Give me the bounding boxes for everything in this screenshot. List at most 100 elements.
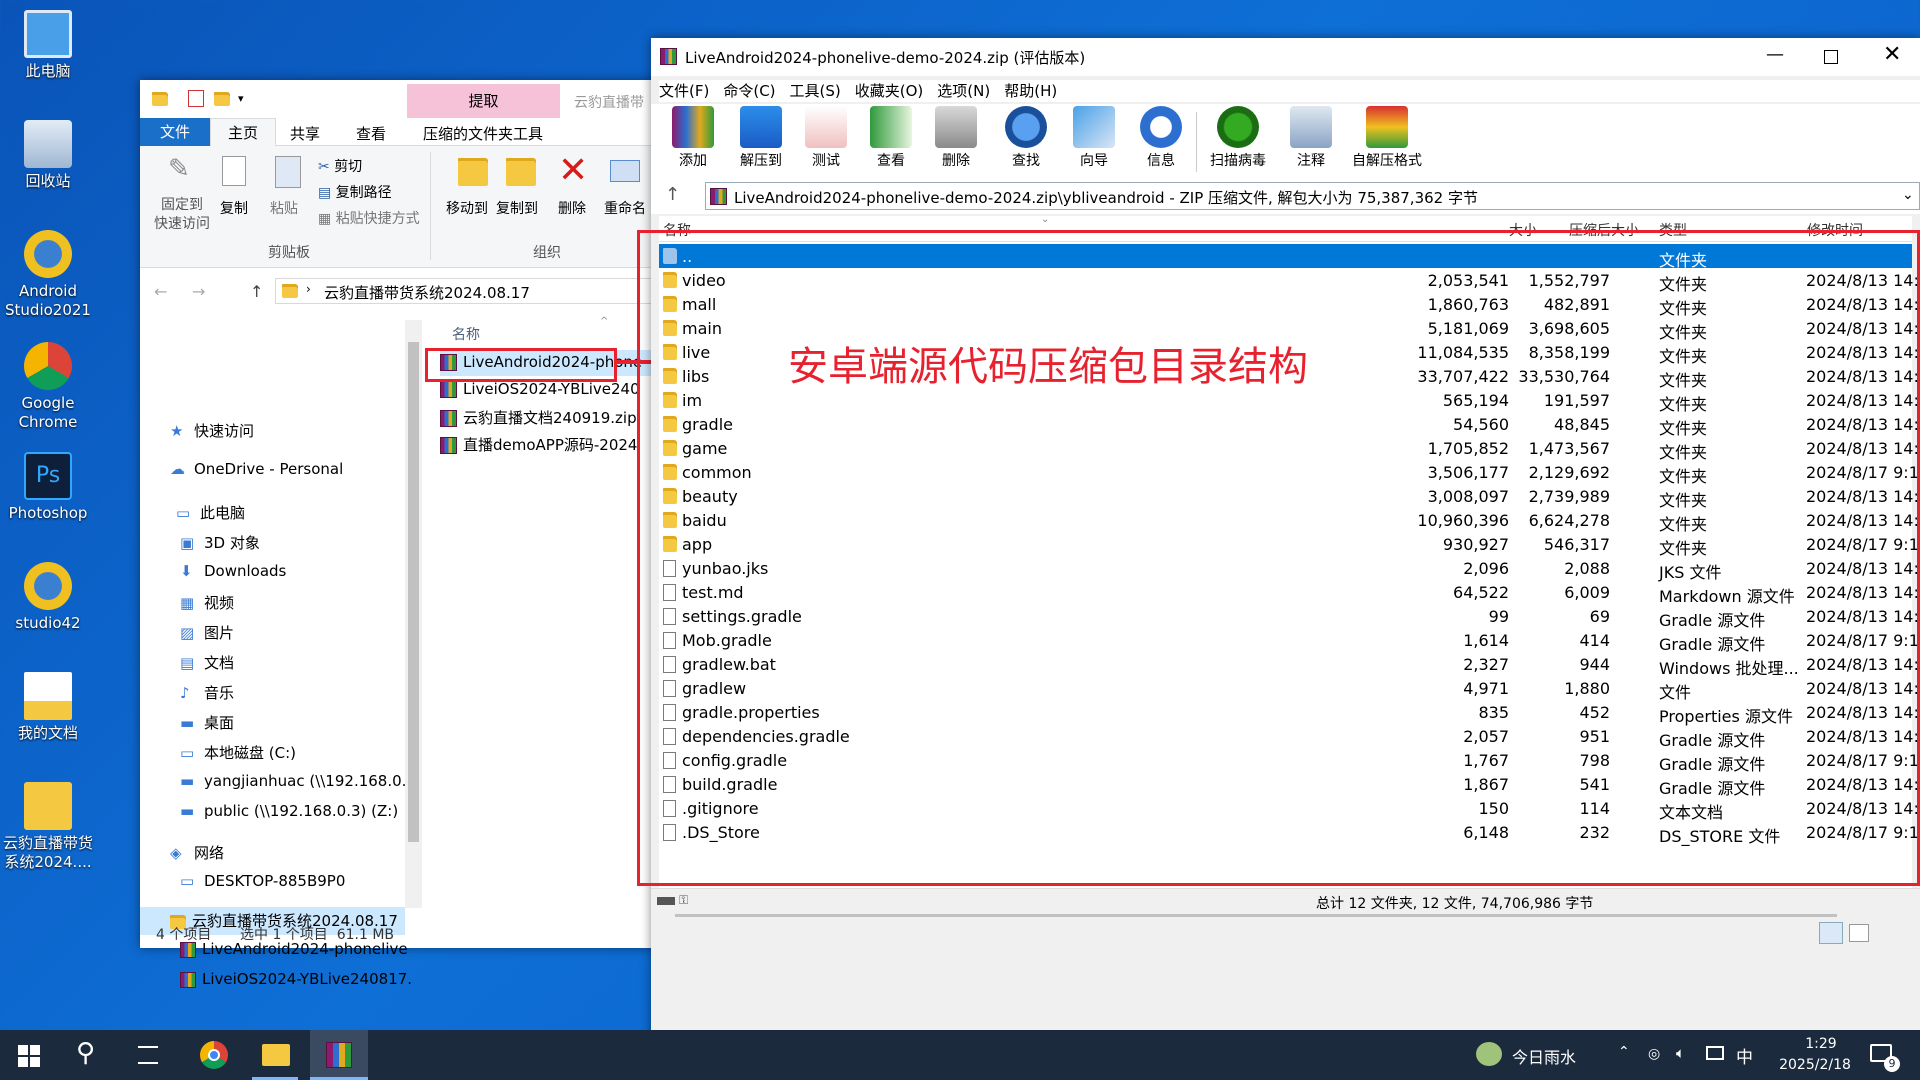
volume-icon[interactable]: 🔈︎ bbox=[1676, 1044, 1685, 1062]
tool-comment-button[interactable]: 注释 bbox=[1281, 106, 1341, 170]
menu-item[interactable]: 收藏夹(O) bbox=[855, 82, 924, 100]
tool-sfx-button[interactable]: 自解压格式 bbox=[1347, 106, 1427, 170]
pin-quick-access-button[interactable]: 固定到 快速访问 bbox=[154, 196, 210, 234]
desktop-icon-android-studio[interactable]: Android Studio2021 bbox=[0, 230, 96, 320]
winrar-app-icon bbox=[660, 48, 677, 65]
menu-item[interactable]: 帮助(H) bbox=[1004, 82, 1057, 100]
tool-find-button[interactable]: 查找 bbox=[996, 106, 1056, 170]
nav-item[interactable]: ▤ 文档 bbox=[180, 652, 234, 673]
tool-view-button[interactable]: 查看 bbox=[861, 106, 921, 170]
info-icon bbox=[1140, 106, 1182, 148]
tab-share[interactable]: 共享 bbox=[290, 123, 320, 144]
winrar-taskbar-button[interactable] bbox=[310, 1030, 368, 1080]
clipboard-group-label: 剪贴板 bbox=[268, 245, 310, 261]
tool-info-button[interactable]: 信息 bbox=[1131, 106, 1191, 170]
winrar-titlebar[interactable]: LiveAndroid2024-phonelive-demo-2024.zip … bbox=[651, 38, 1920, 76]
network-drive-icon: ▬ bbox=[180, 802, 195, 820]
nav-item[interactable]: LiveiOS2024-YBLive240817. bbox=[180, 970, 412, 988]
file-item[interactable]: 云豹直播文档240919.zip bbox=[440, 404, 665, 430]
copy-to-button[interactable]: 复制到 bbox=[496, 198, 538, 218]
menu-item[interactable]: 文件(F) bbox=[659, 82, 709, 100]
nav-item[interactable]: ⬇ Downloads bbox=[180, 562, 286, 580]
tab-view[interactable]: 查看 bbox=[356, 123, 386, 144]
paste-shortcut-button[interactable]: ▦ 粘贴快捷方式 bbox=[318, 208, 420, 228]
winrar-up-button[interactable]: ↑ bbox=[665, 184, 680, 205]
desktop-icon-yunbao-folder[interactable]: 云豹直播带货系统2024.... bbox=[0, 782, 96, 872]
nav-item[interactable]: ▭ 本地磁盘 (C:) bbox=[180, 742, 296, 763]
tool-test-button[interactable]: 测试 bbox=[796, 106, 856, 170]
computer-icon: ▭ bbox=[180, 872, 195, 890]
ime-indicator[interactable]: 中 bbox=[1736, 1043, 1753, 1068]
close-button[interactable]: ✕ bbox=[1883, 42, 1901, 67]
copy-button[interactable]: 复制 bbox=[220, 198, 248, 218]
display-icon[interactable] bbox=[1706, 1046, 1724, 1060]
nav-back-button[interactable]: ← bbox=[154, 282, 167, 301]
explorer-taskbar-icon[interactable] bbox=[262, 1044, 290, 1066]
tool-extract-to-button[interactable]: 解压到 bbox=[731, 106, 791, 170]
menu-item[interactable]: 命令(C) bbox=[723, 82, 775, 100]
winrar-path-bar[interactable]: LiveAndroid2024-phonelive-demo-2024.zip\… bbox=[705, 182, 1920, 210]
desktop-icon-this-pc[interactable]: 此电脑 bbox=[0, 10, 96, 81]
nav-item[interactable]: ▭ DESKTOP-885B9P0 bbox=[180, 872, 345, 890]
nav-scrollbar-thumb[interactable] bbox=[408, 342, 419, 842]
clock-time[interactable]: 1:29 bbox=[1790, 1036, 1852, 1052]
nav-forward-button[interactable]: → bbox=[192, 282, 205, 301]
desktop-icon-recycle-bin[interactable]: 回收站 bbox=[0, 120, 96, 191]
chrome-taskbar-icon[interactable] bbox=[200, 1041, 228, 1069]
desktop-icon-photoshop[interactable]: Ps Photoshop bbox=[0, 452, 96, 523]
move-to-button[interactable]: 移动到 bbox=[446, 198, 488, 218]
nav-scrollbar[interactable] bbox=[405, 320, 422, 908]
nav-up-button[interactable]: ↑ bbox=[250, 282, 263, 301]
network-icon[interactable]: ◎ bbox=[1648, 1046, 1660, 1062]
properties-icon[interactable] bbox=[188, 90, 204, 107]
explorer-titlebar[interactable]: ▾ 提取 云豹直播带 bbox=[140, 80, 665, 118]
path-dropdown-icon[interactable]: ⌄ bbox=[1902, 187, 1914, 203]
col-sort-icon: ⌄ bbox=[1041, 214, 1050, 225]
desktop-icon-studio42[interactable]: studio42 bbox=[0, 562, 96, 633]
task-view-icon[interactable] bbox=[138, 1046, 158, 1064]
delete-button[interactable]: 删除 bbox=[558, 198, 586, 218]
menu-item[interactable]: 工具(S) bbox=[790, 82, 841, 100]
start-button[interactable] bbox=[18, 1045, 40, 1067]
file-item[interactable]: 直播demoAPP源码-2024 bbox=[440, 431, 665, 457]
tool-delete-button[interactable]: 删除 bbox=[926, 106, 986, 170]
nav-item[interactable]: ★ 快速访问 bbox=[170, 420, 254, 441]
tool-add-button[interactable]: 添加 bbox=[663, 106, 723, 170]
nav-item[interactable]: ▬ yangjianhuac (\\192.168.0.3 bbox=[180, 772, 416, 790]
details-view-button[interactable] bbox=[1819, 922, 1843, 944]
maximize-button[interactable] bbox=[1824, 50, 1838, 64]
minimize-button[interactable]: — bbox=[1766, 44, 1784, 65]
tool-wizard-button[interactable]: 向导 bbox=[1064, 106, 1124, 170]
tool-scan-virus-button[interactable]: 扫描病毒 bbox=[1208, 106, 1268, 170]
nav-item[interactable]: ▬ public (\\192.168.0.3) (Z:) bbox=[180, 802, 398, 820]
weather-text[interactable]: 今日雨水 bbox=[1512, 1044, 1576, 1068]
search-icon[interactable]: ⚲ bbox=[76, 1038, 95, 1068]
tray-chevron-up-icon[interactable]: ⌃ bbox=[1618, 1044, 1630, 1060]
copy-path-button[interactable]: ▤ 复制路径 bbox=[318, 182, 392, 202]
nav-item[interactable]: ☁ OneDrive - Personal bbox=[170, 460, 343, 478]
paste-button[interactable]: 粘贴 bbox=[270, 198, 298, 218]
chevron-down-icon[interactable]: ▾ bbox=[238, 92, 244, 105]
ribbon-context-extract[interactable]: 提取 bbox=[407, 84, 560, 118]
tab-file[interactable]: 文件 bbox=[140, 118, 210, 146]
cut-button[interactable]: ✂ 剪切 bbox=[318, 156, 362, 176]
weather-icon[interactable] bbox=[1476, 1042, 1502, 1066]
column-name-header[interactable]: 名称 bbox=[452, 324, 480, 344]
nav-item[interactable]: ▨ 图片 bbox=[180, 622, 234, 643]
address-bar[interactable]: › 云豹直播带货系统2024.08.17 bbox=[275, 278, 675, 304]
nav-item[interactable]: ◈ 网络 bbox=[170, 842, 224, 863]
nav-item[interactable]: ▭ 此电脑 bbox=[176, 502, 245, 523]
desktop-icon-chrome[interactable]: Google Chrome bbox=[0, 342, 96, 432]
rename-button[interactable]: 重命名 bbox=[604, 198, 646, 218]
tab-compressed-tools[interactable]: 压缩的文件夹工具 bbox=[423, 123, 543, 144]
nav-item[interactable]: ▣ 3D 对象 bbox=[180, 532, 260, 553]
desktop-icon-my-documents[interactable]: 我的文档 bbox=[0, 672, 96, 743]
menu-item[interactable]: 选项(N) bbox=[937, 82, 990, 100]
list-view-button[interactable] bbox=[1849, 924, 1869, 942]
nav-item[interactable]: ▦ 视频 bbox=[180, 592, 234, 613]
nav-item[interactable]: ▬ 桌面 bbox=[180, 712, 234, 733]
nav-item[interactable]: ♪ 音乐 bbox=[180, 682, 234, 703]
new-folder-icon[interactable] bbox=[214, 92, 230, 106]
clock-date[interactable]: 2025/2/18 bbox=[1766, 1057, 1864, 1073]
tab-home[interactable]: 主页 bbox=[210, 118, 276, 147]
